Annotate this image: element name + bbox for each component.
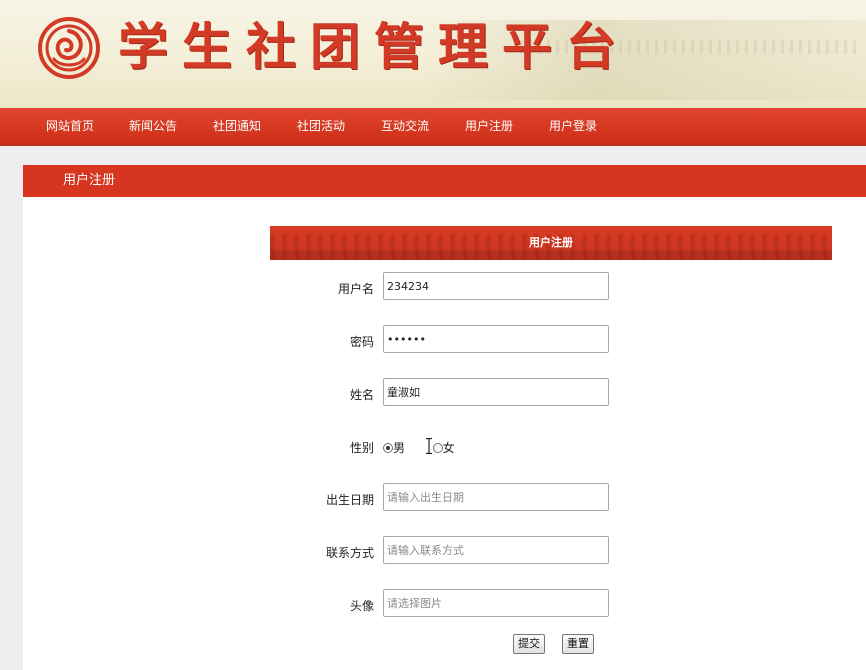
gender-female-radio[interactable] <box>432 443 443 453</box>
main-nav: 网站首页 新闻公告 社团通知 社团活动 互动交流 用户注册 用户登录 <box>0 108 866 146</box>
nav-item-news[interactable]: 新闻公告 <box>129 108 177 144</box>
username-label: 用户名 <box>337 282 374 296</box>
birthdate-input[interactable] <box>383 483 609 511</box>
form-banner: 用户注册 <box>270 226 832 260</box>
gender-female-label: 女 <box>442 441 455 455</box>
password-input[interactable] <box>383 325 609 353</box>
avatar-input[interactable] <box>383 589 609 617</box>
gender-radio-group: 男 女 <box>383 439 455 456</box>
nav-item-club-notices[interactable]: 社团通知 <box>213 108 261 144</box>
section-header: 用户注册 <box>23 165 866 197</box>
reset-button[interactable]: 重置 <box>562 634 594 654</box>
nav-item-interaction[interactable]: 互动交流 <box>381 108 429 144</box>
contact-label: 联系方式 <box>325 546 374 560</box>
text-cursor-icon <box>426 437 432 455</box>
gender-male-radio[interactable] <box>383 443 393 453</box>
nav-item-home[interactable]: 网站首页 <box>46 108 94 144</box>
password-label: 密码 <box>349 335 374 349</box>
avatar-label: 头像 <box>349 599 374 613</box>
club-emblem-logo <box>38 17 100 79</box>
nav-item-club-activities[interactable]: 社团活动 <box>297 108 345 144</box>
contact-input[interactable] <box>383 536 609 564</box>
site-header: 学生社团管理平台 <box>0 0 866 108</box>
site-title: 学生社团管理平台 <box>118 17 630 76</box>
username-input[interactable] <box>383 272 609 300</box>
gender-male-label: 男 <box>393 441 406 455</box>
name-label: 姓名 <box>349 388 374 402</box>
gender-label: 性别 <box>349 441 374 455</box>
submit-button[interactable]: 提交 <box>513 634 545 654</box>
nav-item-register[interactable]: 用户注册 <box>465 108 513 144</box>
section-title: 用户注册 <box>63 173 116 188</box>
name-input[interactable] <box>383 378 609 406</box>
form-title: 用户注册 <box>529 236 573 249</box>
birthdate-label: 出生日期 <box>325 493 374 507</box>
nav-item-login[interactable]: 用户登录 <box>549 108 597 144</box>
